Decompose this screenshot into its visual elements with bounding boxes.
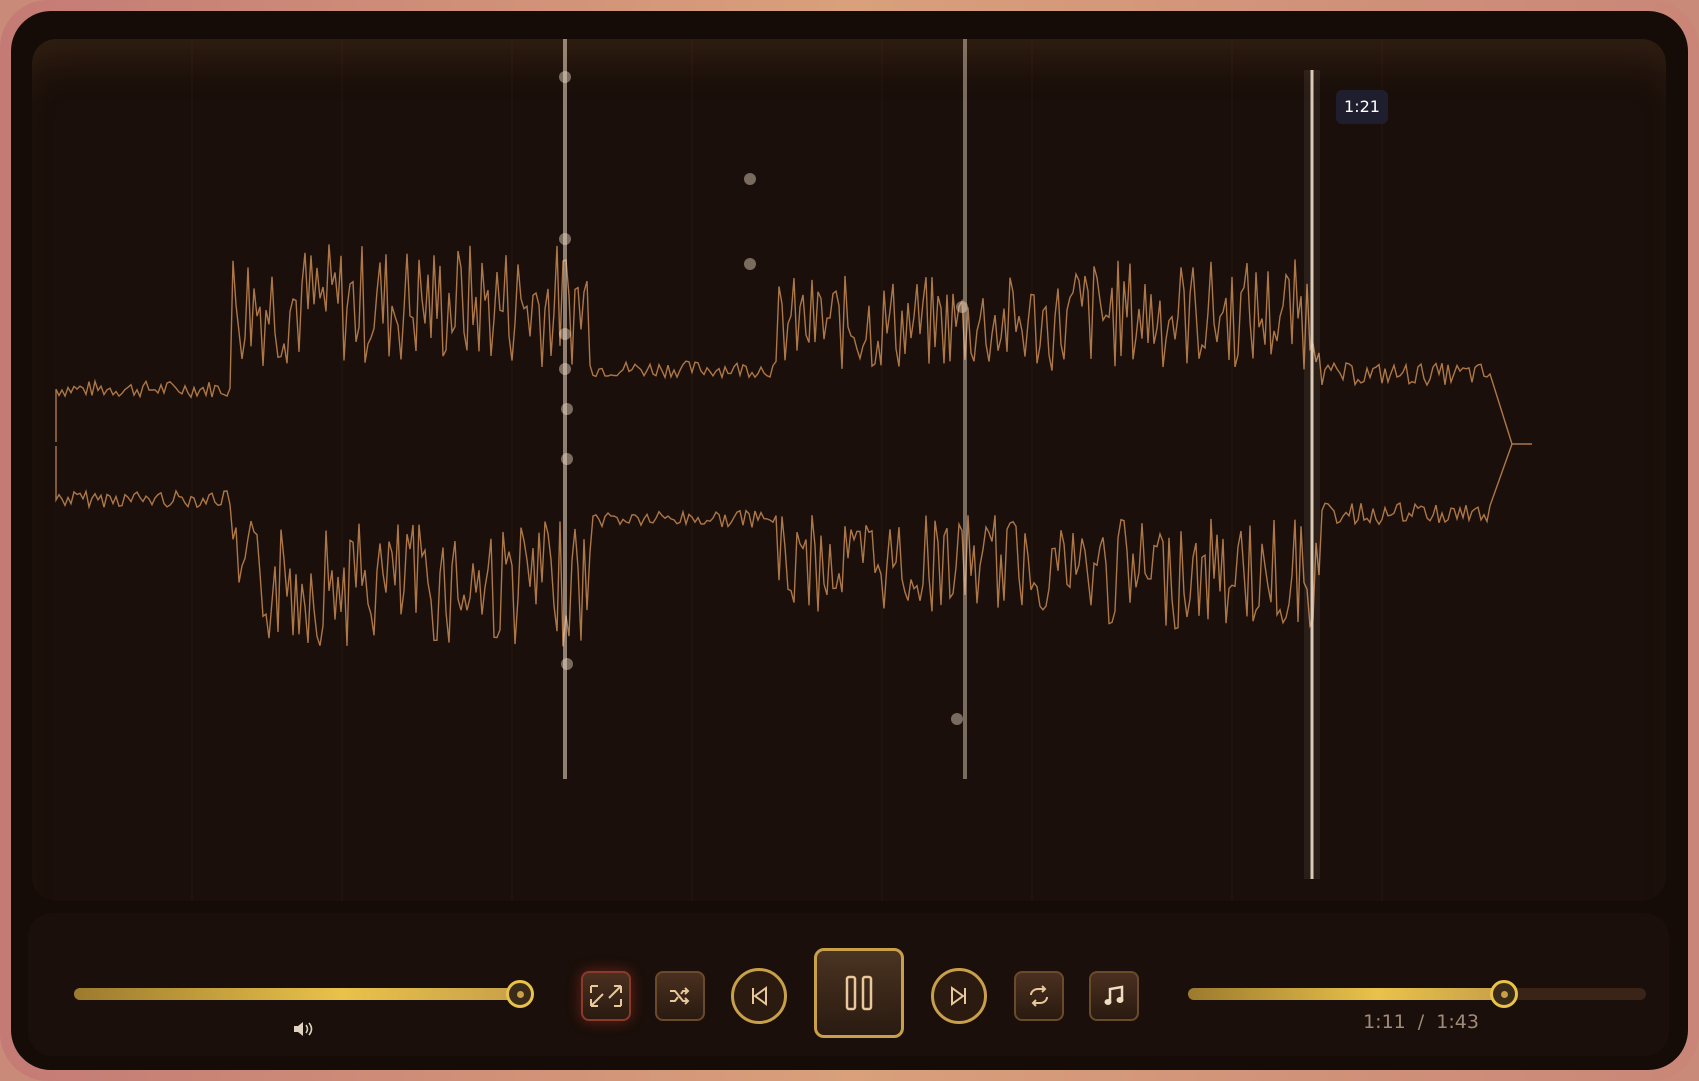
- volume-slider-fill: [74, 988, 521, 1000]
- previous-icon: [752, 986, 767, 1006]
- app-frame: 1:21 1:11 / 1:43: [0, 0, 1699, 1081]
- glow-particle: [561, 403, 573, 415]
- next-button[interactable]: [931, 968, 987, 1024]
- repeat-icon: [1030, 985, 1048, 1007]
- current-time: 1:11: [1363, 1011, 1406, 1033]
- glow-particle: [559, 71, 571, 83]
- playhead-line: [1310, 70, 1314, 879]
- shuffle-button[interactable]: [655, 971, 705, 1021]
- repeat-button[interactable]: [1014, 971, 1064, 1021]
- glow-particle: [561, 453, 573, 465]
- glow-particle: [559, 233, 571, 245]
- expand-icon: [590, 985, 622, 1007]
- glow-particle: [744, 173, 756, 185]
- expand-button[interactable]: [581, 971, 631, 1021]
- waveform-canvas: [55, 39, 1532, 901]
- shuffle-icon: [670, 987, 690, 1005]
- volume-icon[interactable]: [292, 1020, 314, 1038]
- progress-slider[interactable]: [1188, 988, 1646, 1000]
- player-window: 1:21 1:11 / 1:43: [11, 11, 1688, 1070]
- volume-slider-knob[interactable]: [506, 980, 535, 1008]
- progress-slider-fill: [1188, 988, 1505, 1000]
- volume-slider[interactable]: [74, 988, 534, 1000]
- control-bar: [28, 913, 1669, 1056]
- light-beam: [963, 39, 967, 779]
- music-button[interactable]: [1089, 971, 1139, 1021]
- waveform-visualizer[interactable]: 1:21: [32, 39, 1666, 901]
- previous-button[interactable]: [731, 968, 787, 1024]
- glow-particle: [561, 658, 573, 670]
- glow-particle: [744, 258, 756, 270]
- glow-particle: [951, 713, 963, 725]
- music-note-icon: [1104, 985, 1124, 1005]
- waveform-lower: [55, 443, 1513, 647]
- time-display: 1:11 / 1:43: [1346, 1011, 1496, 1033]
- glow-particle: [956, 301, 968, 313]
- pause-icon: [845, 975, 873, 1011]
- glow-particle: [559, 328, 571, 340]
- progress-slider-knob[interactable]: [1490, 980, 1519, 1008]
- pause-button[interactable]: [814, 948, 904, 1038]
- next-icon: [951, 986, 966, 1006]
- total-time: 1:43: [1436, 1011, 1479, 1033]
- glow-particle: [559, 363, 571, 375]
- hover-time-tooltip: 1:21: [1336, 90, 1388, 124]
- time-separator: /: [1417, 1011, 1425, 1033]
